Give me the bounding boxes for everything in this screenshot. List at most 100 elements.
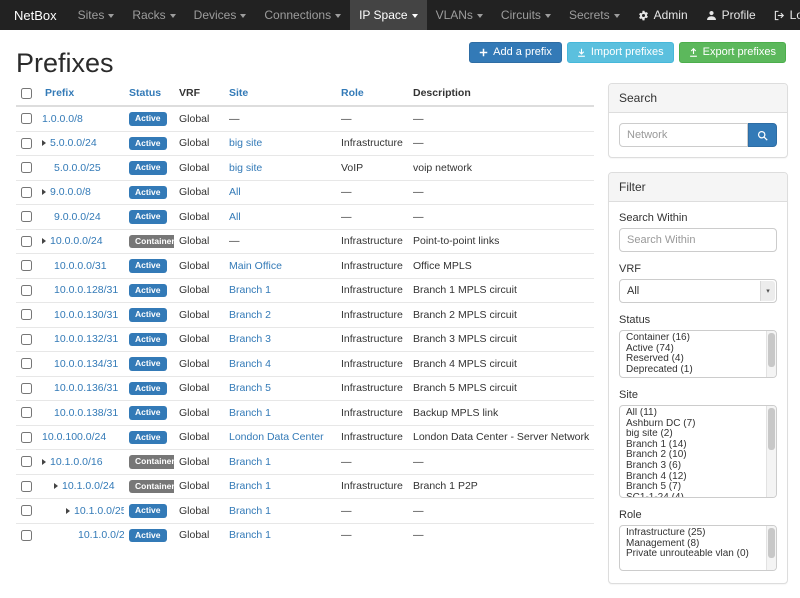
nav-item-devices[interactable]: Devices bbox=[185, 0, 256, 30]
row-checkbox[interactable] bbox=[21, 309, 32, 320]
filter-option[interactable]: Branch 5 (7) bbox=[620, 482, 776, 493]
filter-option[interactable]: big site (2) bbox=[620, 429, 776, 440]
scrollbar-thumb[interactable] bbox=[768, 333, 775, 367]
status-listbox[interactable]: Container (16)Active (74)Reserved (4)Dep… bbox=[619, 330, 777, 378]
row-checkbox[interactable] bbox=[21, 432, 32, 443]
prefix-link[interactable]: 10.0.0.128/31 bbox=[54, 284, 118, 296]
row-checkbox[interactable] bbox=[21, 407, 32, 418]
site-link[interactable]: Branch 4 bbox=[229, 358, 271, 370]
filter-option[interactable]: Branch 3 (6) bbox=[620, 461, 776, 472]
search-within-input[interactable] bbox=[619, 228, 777, 252]
filter-option[interactable]: Branch 2 (10) bbox=[620, 450, 776, 461]
row-checkbox[interactable] bbox=[21, 285, 32, 296]
filter-option[interactable]: Management (8) bbox=[620, 539, 776, 550]
search-input[interactable] bbox=[619, 123, 748, 147]
filter-option[interactable]: Reserved (4) bbox=[620, 354, 776, 365]
site-listbox[interactable]: All (11)Ashburn DC (7)big site (2)Branch… bbox=[619, 405, 777, 498]
row-checkbox[interactable] bbox=[21, 236, 32, 247]
row-checkbox[interactable] bbox=[21, 113, 32, 124]
filter-option[interactable]: Branch 4 (12) bbox=[620, 472, 776, 483]
prefix-link[interactable]: 10.0.0.0/24 bbox=[50, 235, 103, 247]
row-checkbox[interactable] bbox=[21, 334, 32, 345]
search-button[interactable] bbox=[748, 123, 777, 147]
site-link[interactable]: Branch 1 bbox=[229, 456, 271, 468]
vrf-select[interactable]: All ▾ bbox=[619, 279, 777, 303]
prefix-link[interactable]: 10.0.0.130/31 bbox=[54, 309, 118, 321]
prefix-link[interactable]: 9.0.0.0/8 bbox=[50, 186, 91, 198]
row-checkbox[interactable] bbox=[21, 456, 32, 467]
prefix-link[interactable]: 1.0.0.0/8 bbox=[42, 113, 83, 125]
nav-item-secrets[interactable]: Secrets bbox=[560, 0, 629, 30]
filter-option[interactable]: SC1-1-24 (4) bbox=[620, 493, 776, 498]
site-link[interactable]: Branch 3 bbox=[229, 333, 271, 345]
filter-option[interactable]: Deprecated (1) bbox=[620, 365, 776, 376]
site-link[interactable]: big site bbox=[229, 162, 262, 174]
filter-option[interactable]: Private unrouteable vlan (0) bbox=[620, 549, 776, 560]
column-header-role[interactable]: Role bbox=[336, 83, 408, 106]
filter-option[interactable]: Infrastructure (25) bbox=[620, 528, 776, 539]
role-cell: — bbox=[336, 106, 408, 131]
prefix-link[interactable]: 9.0.0.0/24 bbox=[54, 211, 101, 223]
site-link[interactable]: Branch 1 bbox=[229, 284, 271, 296]
site-link[interactable]: All bbox=[229, 186, 241, 198]
site-link[interactable]: Branch 1 bbox=[229, 407, 271, 419]
row-checkbox[interactable] bbox=[21, 138, 32, 149]
scrollbar[interactable] bbox=[766, 526, 776, 570]
site-link[interactable]: Branch 5 bbox=[229, 382, 271, 394]
row-checkbox[interactable] bbox=[21, 162, 32, 173]
table-header-row: Prefix Status VRF Site Role Description bbox=[16, 83, 594, 106]
nav-item-ip-space[interactable]: IP Space bbox=[350, 0, 426, 30]
prefix-link[interactable]: 10.0.0.0/31 bbox=[54, 260, 107, 272]
site-link[interactable]: Branch 2 bbox=[229, 309, 271, 321]
prefix-link[interactable]: 10.1.0.0/16 bbox=[50, 456, 103, 468]
column-header-prefix[interactable]: Prefix bbox=[40, 83, 124, 106]
filter-option[interactable]: Branch 1 (14) bbox=[620, 440, 776, 451]
row-checkbox[interactable] bbox=[21, 187, 32, 198]
role-listbox[interactable]: Infrastructure (25)Management (8)Private… bbox=[619, 525, 777, 571]
site-link[interactable]: All bbox=[229, 211, 241, 223]
select-all-checkbox[interactable] bbox=[21, 88, 32, 99]
scrollbar[interactable] bbox=[766, 331, 776, 377]
site-link[interactable]: big site bbox=[229, 137, 262, 149]
row-checkbox[interactable] bbox=[21, 260, 32, 271]
prefix-link[interactable]: 10.1.0.0/26 bbox=[78, 529, 124, 541]
column-header-status[interactable]: Status bbox=[124, 83, 174, 106]
log-out-nav-item[interactable]: Log out bbox=[765, 0, 800, 30]
nav-item-vlans[interactable]: VLANs bbox=[427, 0, 492, 30]
filter-option[interactable]: Ashburn DC (7) bbox=[620, 419, 776, 430]
nav-item-circuits[interactable]: Circuits bbox=[492, 0, 560, 30]
filter-option[interactable]: Active (74) bbox=[620, 344, 776, 355]
import-prefixes-button[interactable]: Import prefixes bbox=[567, 42, 674, 63]
filter-option[interactable]: All (11) bbox=[620, 408, 776, 419]
row-checkbox[interactable] bbox=[21, 383, 32, 394]
row-checkbox[interactable] bbox=[21, 358, 32, 369]
prefix-link[interactable]: 10.0.0.134/31 bbox=[54, 358, 118, 370]
site-link[interactable]: Branch 1 bbox=[229, 480, 271, 492]
site-link[interactable]: Branch 1 bbox=[229, 529, 271, 541]
site-link[interactable]: London Data Center bbox=[229, 431, 324, 443]
row-checkbox[interactable] bbox=[21, 481, 32, 492]
prefix-link[interactable]: 10.0.0.132/31 bbox=[54, 333, 118, 345]
scrollbar-thumb[interactable] bbox=[768, 528, 775, 558]
profile-nav-item[interactable]: Profile bbox=[697, 0, 765, 30]
admin-nav-item[interactable]: Admin bbox=[629, 0, 697, 30]
nav-item-racks[interactable]: Racks bbox=[123, 0, 184, 30]
site-link[interactable]: Main Office bbox=[229, 260, 282, 272]
brand-logo[interactable]: NetBox bbox=[8, 0, 69, 30]
row-checkbox[interactable] bbox=[21, 211, 32, 222]
row-checkbox[interactable] bbox=[21, 530, 32, 541]
prefix-link[interactable]: 10.0.0.138/31 bbox=[54, 407, 118, 419]
scrollbar-thumb[interactable] bbox=[768, 408, 775, 450]
scrollbar[interactable] bbox=[766, 406, 776, 497]
nav-item-connections[interactable]: Connections bbox=[255, 0, 350, 30]
prefix-link[interactable]: 10.0.100.0/24 bbox=[42, 431, 106, 443]
export-prefixes-button[interactable]: Export prefixes bbox=[679, 42, 786, 63]
filter-option[interactable]: Container (16) bbox=[620, 333, 776, 344]
prefix-link[interactable]: 10.1.0.0/24 bbox=[62, 480, 115, 492]
prefix-link[interactable]: 10.0.0.136/31 bbox=[54, 382, 118, 394]
prefix-link[interactable]: 5.0.0.0/25 bbox=[54, 162, 101, 174]
add-a-prefix-button[interactable]: Add a prefix bbox=[469, 42, 562, 63]
column-header-site[interactable]: Site bbox=[224, 83, 336, 106]
nav-item-sites[interactable]: Sites bbox=[69, 0, 124, 30]
prefix-link[interactable]: 5.0.0.0/24 bbox=[50, 137, 97, 149]
